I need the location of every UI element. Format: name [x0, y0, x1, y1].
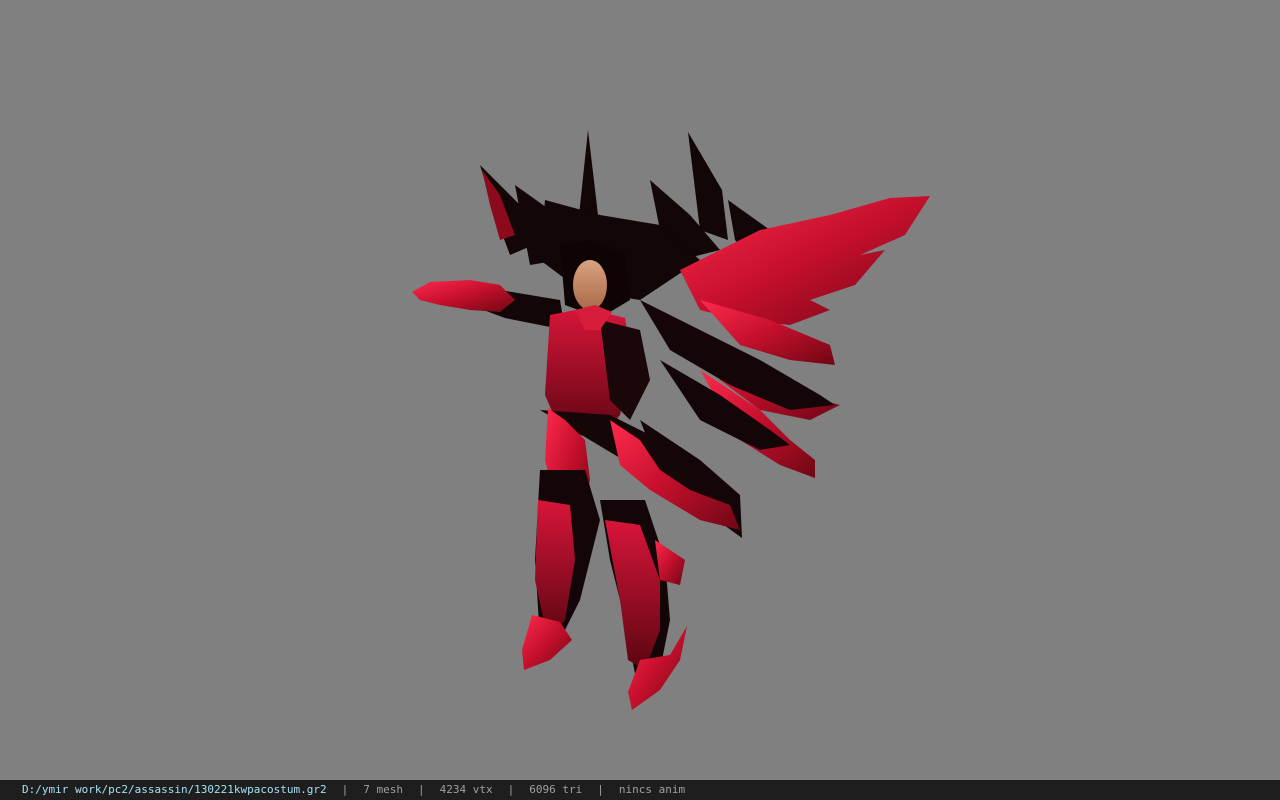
file-path: D:/ymir work/pc2/assassin/130221kwpacost…: [22, 783, 327, 796]
mesh-count: 7 mesh: [363, 783, 404, 796]
left-gauntlet: [412, 280, 515, 312]
model-viewport[interactable]: [0, 0, 1280, 780]
animation-status: nincs anim: [618, 783, 686, 796]
right-wing: [680, 196, 930, 478]
vertex-count: 4234 vtx: [439, 783, 493, 796]
separator: |: [341, 783, 349, 796]
separator: |: [418, 783, 425, 796]
character-model-render[interactable]: [0, 0, 1280, 780]
triangle-count: 6096 tri: [529, 783, 583, 796]
separator: |: [597, 783, 604, 796]
status-bar: D:/ymir work/pc2/assassin/130221kwpacost…: [0, 780, 1280, 800]
separator: |: [507, 783, 515, 796]
